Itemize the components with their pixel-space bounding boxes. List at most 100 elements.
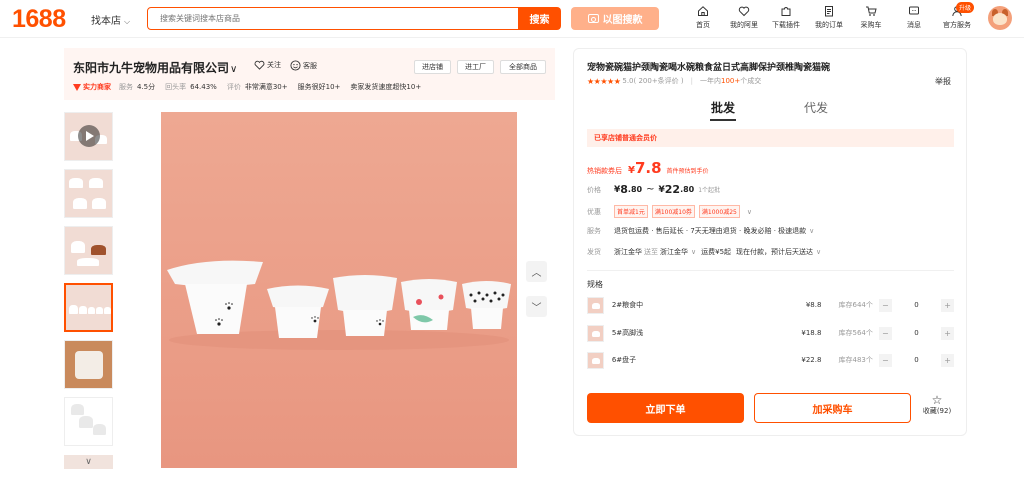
- nav-my-orders[interactable]: 我的订单: [809, 5, 849, 30]
- nav-messages[interactable]: 消息: [894, 5, 934, 30]
- review-count-link[interactable]: ( 200+条评价 ): [634, 76, 684, 86]
- image-next-button[interactable]: ﹀: [526, 296, 547, 317]
- nav-purchase-cart[interactable]: 采购车: [851, 5, 891, 30]
- decrease-quantity-button[interactable]: −: [878, 353, 892, 367]
- chevron-down-icon[interactable]: ∨: [816, 248, 821, 256]
- shop-name[interactable]: 东阳市九牛宠物用品有限公司∨: [73, 59, 237, 76]
- power-merchant-tag: 实力商家: [73, 82, 111, 92]
- heart-plus-icon: [254, 60, 265, 70]
- thumbnail-item[interactable]: [64, 397, 113, 446]
- thumbnail-item[interactable]: [64, 169, 113, 218]
- bowl-shape: [89, 178, 103, 188]
- price-label: 价格: [587, 185, 601, 194]
- search-box[interactable]: [147, 7, 519, 30]
- puzzle-icon: [781, 7, 791, 16]
- thumbnail-item[interactable]: [64, 340, 113, 389]
- thumbnail-item-active[interactable]: [64, 283, 113, 332]
- product-title: 宠物瓷碗猫护颈陶瓷喝水碗粮食盆日式高脚保护颈椎陶瓷猫碗: [587, 63, 831, 73]
- coupon-tag[interactable]: 满100减10券: [651, 205, 695, 218]
- service-text: 退货包运费 · 售后延长 · 7天无理由退货 · 晚发必赔 · 极速退款: [614, 227, 807, 235]
- nav-label: 下载插件: [772, 21, 800, 29]
- star-rating-icon: ★★★★★: [587, 76, 621, 86]
- chevron-down-icon[interactable]: ∨: [747, 208, 752, 216]
- price-low: 8: [620, 183, 628, 196]
- quantity-input[interactable]: 0: [892, 356, 941, 364]
- purchase-tabs: 批发 代发: [574, 99, 966, 123]
- decrease-quantity-button[interactable]: −: [878, 326, 892, 340]
- tab-wholesale[interactable]: 批发: [711, 99, 735, 116]
- smile-icon: [290, 60, 301, 71]
- spec-thumbnail[interactable]: [587, 324, 604, 342]
- spec-row: 2#粮食中 ¥8.8 库存644个 − 0 +: [587, 296, 955, 314]
- promo-label: 热销款券后: [587, 167, 622, 175]
- avatar[interactable]: [988, 6, 1012, 30]
- increase-quantity-button[interactable]: +: [941, 298, 955, 312]
- order-now-button[interactable]: 立即下单: [587, 393, 744, 423]
- spec-label: 规格: [587, 280, 603, 289]
- price-high: 22: [664, 183, 681, 196]
- chevron-down-icon[interactable]: ∨: [691, 248, 696, 256]
- enter-factory-button[interactable]: 进工厂: [457, 60, 494, 74]
- chevron-down-icon[interactable]: ∨: [809, 227, 814, 235]
- ship-to-location[interactable]: 浙江金华: [660, 247, 688, 257]
- camera-icon: [587, 14, 599, 23]
- follow-label: 关注: [267, 61, 281, 69]
- chevron-down-icon: ﹀: [531, 303, 542, 314]
- spec-thumbnail[interactable]: [587, 296, 604, 314]
- tab-dropship[interactable]: 代发: [804, 99, 828, 116]
- bowl-shape: [79, 416, 93, 428]
- chevron-down-icon: ∨: [85, 457, 92, 467]
- customer-service-button[interactable]: 客服: [290, 60, 317, 71]
- spec-thumbnail[interactable]: [587, 351, 604, 369]
- image-prev-button[interactable]: ︿: [526, 261, 547, 282]
- spec-row: 6#盘子 ¥22.8 库存483个 − 0 +: [587, 351, 955, 369]
- bowl-shape: [104, 307, 111, 314]
- coupon-label: 优惠: [587, 207, 601, 216]
- quantity-input[interactable]: 0: [892, 329, 941, 337]
- collect-button[interactable]: ☆ 收藏(92): [917, 394, 957, 416]
- metric-key: 回头率: [165, 83, 187, 91]
- thumbnail-item[interactable]: [64, 226, 113, 275]
- nav-download-plugin[interactable]: 下载插件: [766, 5, 806, 30]
- bowl-shape: [91, 245, 106, 255]
- star-icon: ☆: [931, 393, 943, 407]
- promo-price: 热销款券后 ¥ 7.8 首件预估到手价: [587, 159, 709, 177]
- coupon-tag[interactable]: 满1000减25: [698, 205, 740, 218]
- divider: |: [690, 77, 693, 85]
- spec-row: 5#高脚浅 ¥18.8 库存564个 − 0 +: [587, 324, 955, 342]
- bowl-shape: [71, 404, 84, 415]
- nav-my-ali[interactable]: 我的阿里: [724, 5, 764, 30]
- bowl-shape: [96, 307, 103, 314]
- chevron-down-icon: ∨: [230, 64, 238, 75]
- thumbnail-scroll-down[interactable]: ∨: [64, 455, 113, 469]
- main-product-image[interactable]: [161, 112, 517, 468]
- report-link[interactable]: 举报: [935, 76, 951, 87]
- decrease-quantity-button[interactable]: −: [878, 298, 892, 312]
- order-icon: [825, 6, 833, 17]
- nav-label: 我的订单: [815, 21, 843, 29]
- enter-shop-button[interactable]: 进店铺: [414, 60, 451, 74]
- all-products-button[interactable]: 全部商品: [500, 60, 546, 74]
- sales-suffix: 个成交: [740, 77, 762, 85]
- search-button[interactable]: 搜索: [518, 7, 561, 30]
- ship-from: 浙江金华: [614, 248, 642, 256]
- spec-name: 6#盘子: [611, 356, 637, 364]
- spec-name: 2#粮食中: [611, 301, 644, 309]
- add-to-cart-button[interactable]: 加采购车: [754, 393, 911, 423]
- increase-quantity-button[interactable]: +: [941, 353, 955, 367]
- review-tag: 服务很好10+: [297, 83, 341, 91]
- spec-name: 5#高脚浅: [611, 329, 644, 337]
- follow-button[interactable]: 关注: [254, 60, 281, 70]
- quantity-input[interactable]: 0: [892, 301, 941, 309]
- thumbnail-video[interactable]: [64, 112, 113, 161]
- find-shop-dropdown[interactable]: 找本店 ⌵: [91, 12, 130, 27]
- increase-quantity-button[interactable]: +: [941, 326, 955, 340]
- logo[interactable]: 1688: [12, 5, 66, 34]
- cart-icon: [866, 6, 877, 16]
- shop-metrics: 实力商家 服务 4.5分 回头率 64.43% 评价 非常满意30+ 服务很好10+…: [73, 82, 431, 92]
- spec-stock: 库存564个: [838, 329, 873, 337]
- coupon-tag[interactable]: 首单减1元: [614, 205, 648, 218]
- image-search-button[interactable]: 以图搜款: [571, 7, 659, 30]
- nav-home[interactable]: 首页: [683, 5, 723, 30]
- search-input[interactable]: [148, 8, 518, 29]
